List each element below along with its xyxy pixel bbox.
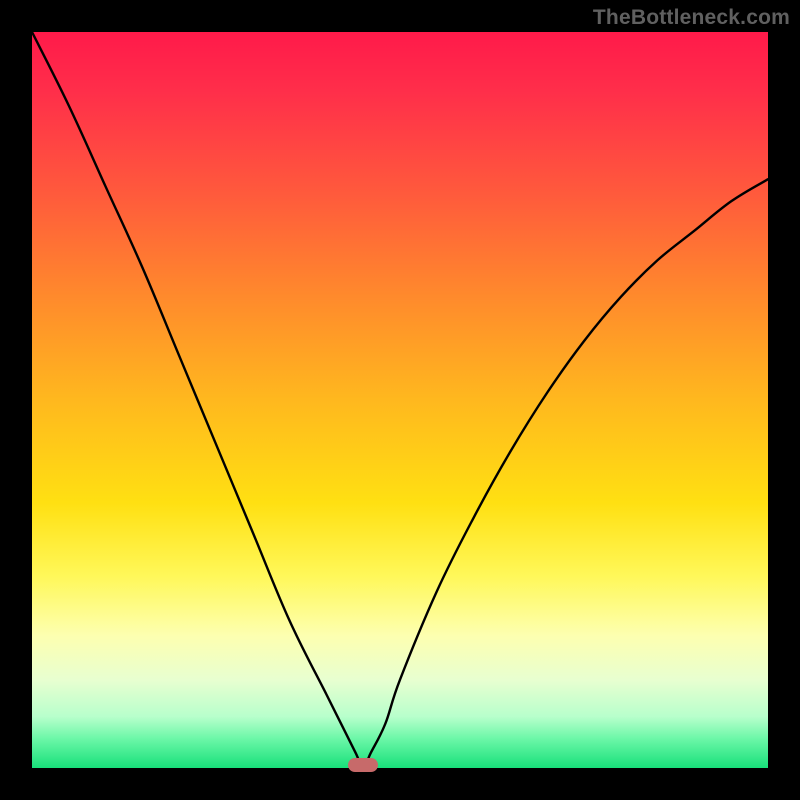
watermark-text: TheBottleneck.com [593, 6, 790, 30]
bottleneck-curve [32, 32, 768, 768]
chart-frame: TheBottleneck.com [0, 0, 800, 800]
plot-area [32, 32, 768, 768]
minimum-marker [348, 758, 378, 772]
